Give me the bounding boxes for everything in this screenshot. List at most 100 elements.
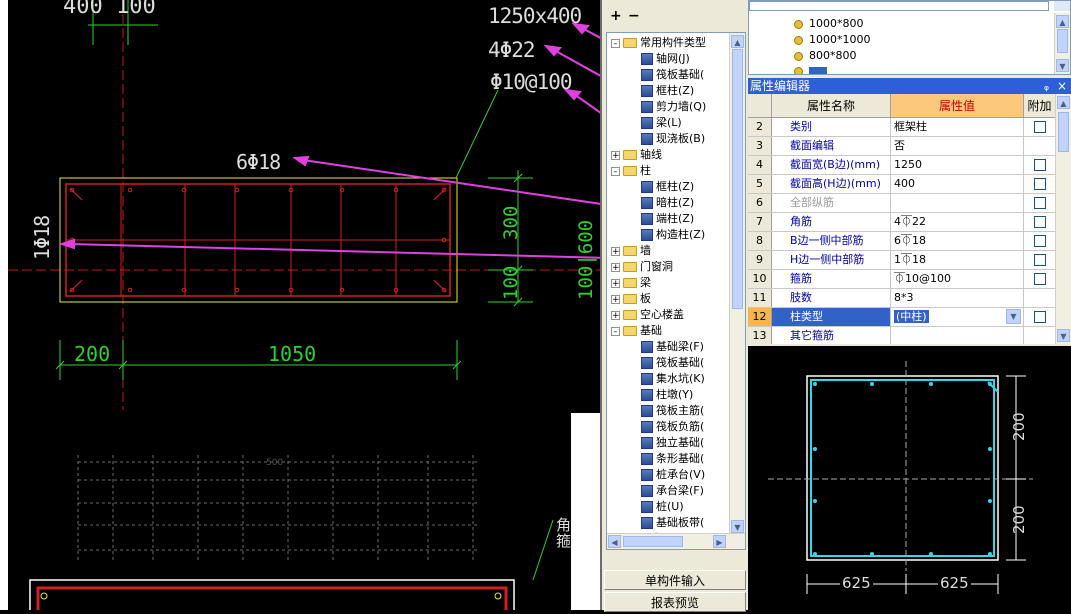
expand-all-button[interactable]: +	[610, 8, 622, 24]
extra-checkbox[interactable]	[1034, 254, 1046, 266]
tree-item[interactable]: 端柱(Z)	[641, 211, 694, 227]
scroll-thumb[interactable]	[1058, 112, 1069, 152]
component-item[interactable]: 1000*1000	[794, 32, 871, 47]
tree-item[interactable]: 筏板基础(	[641, 67, 704, 83]
scroll-down-icon[interactable]: ▼	[731, 520, 744, 533]
property-row[interactable]: 7 角筋 4⏁22	[748, 213, 1056, 232]
property-scroll[interactable]: ▲ ▼	[1055, 94, 1071, 344]
tree-item[interactable]: 剪力墙(Q)	[641, 99, 706, 115]
property-row[interactable]: 9 H边一侧中部筋 1⏁18	[748, 251, 1056, 270]
component-search-input[interactable]	[749, 1, 1049, 11]
tree-folder[interactable]: - 常用构件类型	[611, 35, 706, 51]
scroll-up-icon[interactable]: ▲	[731, 35, 744, 48]
property-value[interactable]: 8*3	[891, 289, 1024, 307]
extra-checkbox[interactable]	[1034, 197, 1046, 209]
tree-hscroll[interactable]: ◀ ▶	[607, 533, 745, 549]
component-item[interactable]: 1000*800	[794, 16, 864, 31]
tree-item[interactable]: 构造柱(Z)	[641, 227, 705, 243]
scroll-right-icon[interactable]: ▶	[713, 535, 726, 548]
cad-canvas[interactable]: 400 100 1250x400 4Φ22 Φ10@100 6Φ18 1Φ18 …	[8, 0, 600, 610]
scroll-down-icon[interactable]: ▼	[1056, 59, 1069, 72]
property-row[interactable]: 11 肢数 8*3	[748, 289, 1056, 308]
property-value[interactable]: 框架柱	[891, 118, 1024, 136]
tree-folder[interactable]: + 板	[611, 291, 651, 307]
expand-icon[interactable]: +	[611, 310, 620, 320]
property-value[interactable]: 400	[891, 175, 1024, 193]
property-row[interactable]: 6 全部纵筋	[748, 194, 1056, 213]
tree-item[interactable]: 梁(L)	[641, 115, 682, 131]
property-row[interactable]: 5 截面高(H边)(mm) 400	[748, 175, 1056, 194]
tree-vscroll[interactable]: ▲ ▼	[729, 33, 745, 549]
property-row[interactable]: 10 箍筋 ⏁10@100	[748, 270, 1056, 289]
extra-checkbox[interactable]	[1034, 216, 1046, 228]
component-item-selected[interactable]	[794, 63, 827, 74]
component-list-scroll[interactable]: ▲ ▼	[1054, 13, 1070, 74]
report-preview-button[interactable]: 报表预览	[604, 592, 746, 612]
property-row[interactable]: 13 其它箍筋	[748, 327, 1056, 344]
tree-item[interactable]: 筏板主筋(	[641, 403, 704, 419]
property-value[interactable]: 6⏁18	[891, 232, 1024, 250]
property-value[interactable]: 4⏁22	[891, 213, 1024, 231]
collapse-icon[interactable]: -	[611, 326, 620, 336]
collapse-icon[interactable]: -	[611, 166, 620, 176]
property-row[interactable]: 4 截面宽(B边)(mm) 1250	[748, 156, 1056, 175]
scroll-up-icon[interactable]: ▲	[1056, 15, 1069, 28]
close-icon[interactable]: ×	[1057, 78, 1067, 94]
tree-item[interactable]: 承台梁(F)	[641, 483, 704, 499]
property-value-header[interactable]: 属性值	[891, 94, 1024, 118]
tree-item[interactable]: 集水坑(K)	[641, 371, 705, 387]
component-tree[interactable]: - 常用构件类型 轴网(J) 筏板基础(框柱(Z) 剪力墙(Q) 梁(L) 现浇板(B) + 轴…	[606, 32, 746, 550]
property-value[interactable]: 否	[891, 137, 1024, 155]
extra-header[interactable]: 附加	[1024, 94, 1056, 118]
tree-folder[interactable]: + 墙	[611, 243, 651, 259]
tree-item[interactable]: 基础梁(F)	[641, 339, 704, 355]
tree-item[interactable]: 桩承台(V)	[641, 467, 705, 483]
tree-folder[interactable]: + 梁	[611, 275, 651, 291]
expand-icon[interactable]: +	[611, 262, 620, 272]
collapse-all-button[interactable]: −	[628, 8, 640, 24]
tree-item[interactable]: 条形基础(	[641, 451, 704, 467]
property-row[interactable]: 8 B边一侧中部筋 6⏁18	[748, 232, 1056, 251]
extra-checkbox[interactable]	[1034, 311, 1046, 323]
tree-folder[interactable]: + 门窗洞	[611, 259, 673, 275]
tree-item[interactable]: 现浇板(B)	[641, 131, 705, 147]
property-row[interactable]: 3 截面编辑否	[748, 137, 1056, 156]
extra-checkbox[interactable]	[1034, 273, 1046, 285]
property-value[interactable]: 1⏁18	[891, 251, 1024, 269]
tree-item[interactable]: 柱墩(Y)	[641, 387, 693, 403]
tree-item[interactable]: 筏板基础(	[641, 355, 704, 371]
expand-icon[interactable]: +	[611, 278, 620, 288]
tree-scroll-thumb[interactable]	[732, 49, 743, 309]
tree-item[interactable]: 暗柱(Z)	[641, 195, 694, 211]
tree-folder[interactable]: - 基础	[611, 323, 662, 339]
scroll-down-icon[interactable]: ▼	[1057, 329, 1070, 342]
component-item[interactable]: 800*800	[794, 48, 857, 63]
tree-item[interactable]: 框柱(Z)	[641, 83, 694, 99]
column-type-select[interactable]: (中柱) ▼	[891, 308, 1024, 326]
property-value[interactable]: 1250	[891, 156, 1024, 174]
extra-checkbox[interactable]	[1034, 178, 1046, 190]
pin-icon[interactable]: ᵩ	[1044, 78, 1049, 94]
extra-checkbox[interactable]	[1034, 121, 1046, 133]
chevron-down-icon[interactable]: ▼	[1006, 309, 1021, 324]
scroll-left-icon[interactable]: ◀	[608, 535, 621, 548]
tree-folder[interactable]: + 空心楼盖	[611, 307, 684, 323]
extra-checkbox[interactable]	[1034, 235, 1046, 247]
property-value[interactable]	[891, 327, 1024, 344]
expand-icon[interactable]: +	[611, 246, 620, 256]
property-row[interactable]: 12 柱类型 (中柱) ▼	[748, 308, 1056, 327]
extra-checkbox[interactable]	[1034, 159, 1046, 171]
single-component-input-button[interactable]: 单构件输入	[604, 570, 746, 590]
tree-hscroll-thumb[interactable]	[623, 536, 683, 547]
property-name-header[interactable]: 属性名称	[772, 94, 891, 118]
tree-item[interactable]: 框柱(Z)	[641, 179, 694, 195]
collapse-icon[interactable]: -	[611, 38, 620, 48]
expand-icon[interactable]: +	[611, 150, 620, 160]
tree-folder[interactable]: + 轴线	[611, 147, 662, 163]
tree-item[interactable]: 筏板负筋(	[641, 419, 704, 435]
tree-item[interactable]: 桩(U)	[641, 499, 684, 515]
tree-item[interactable]: 轴网(J)	[641, 51, 690, 67]
property-value[interactable]	[891, 194, 1024, 212]
property-row[interactable]: 2 类别 框架柱	[748, 118, 1056, 137]
tree-item[interactable]: 基础板带(	[641, 515, 704, 531]
